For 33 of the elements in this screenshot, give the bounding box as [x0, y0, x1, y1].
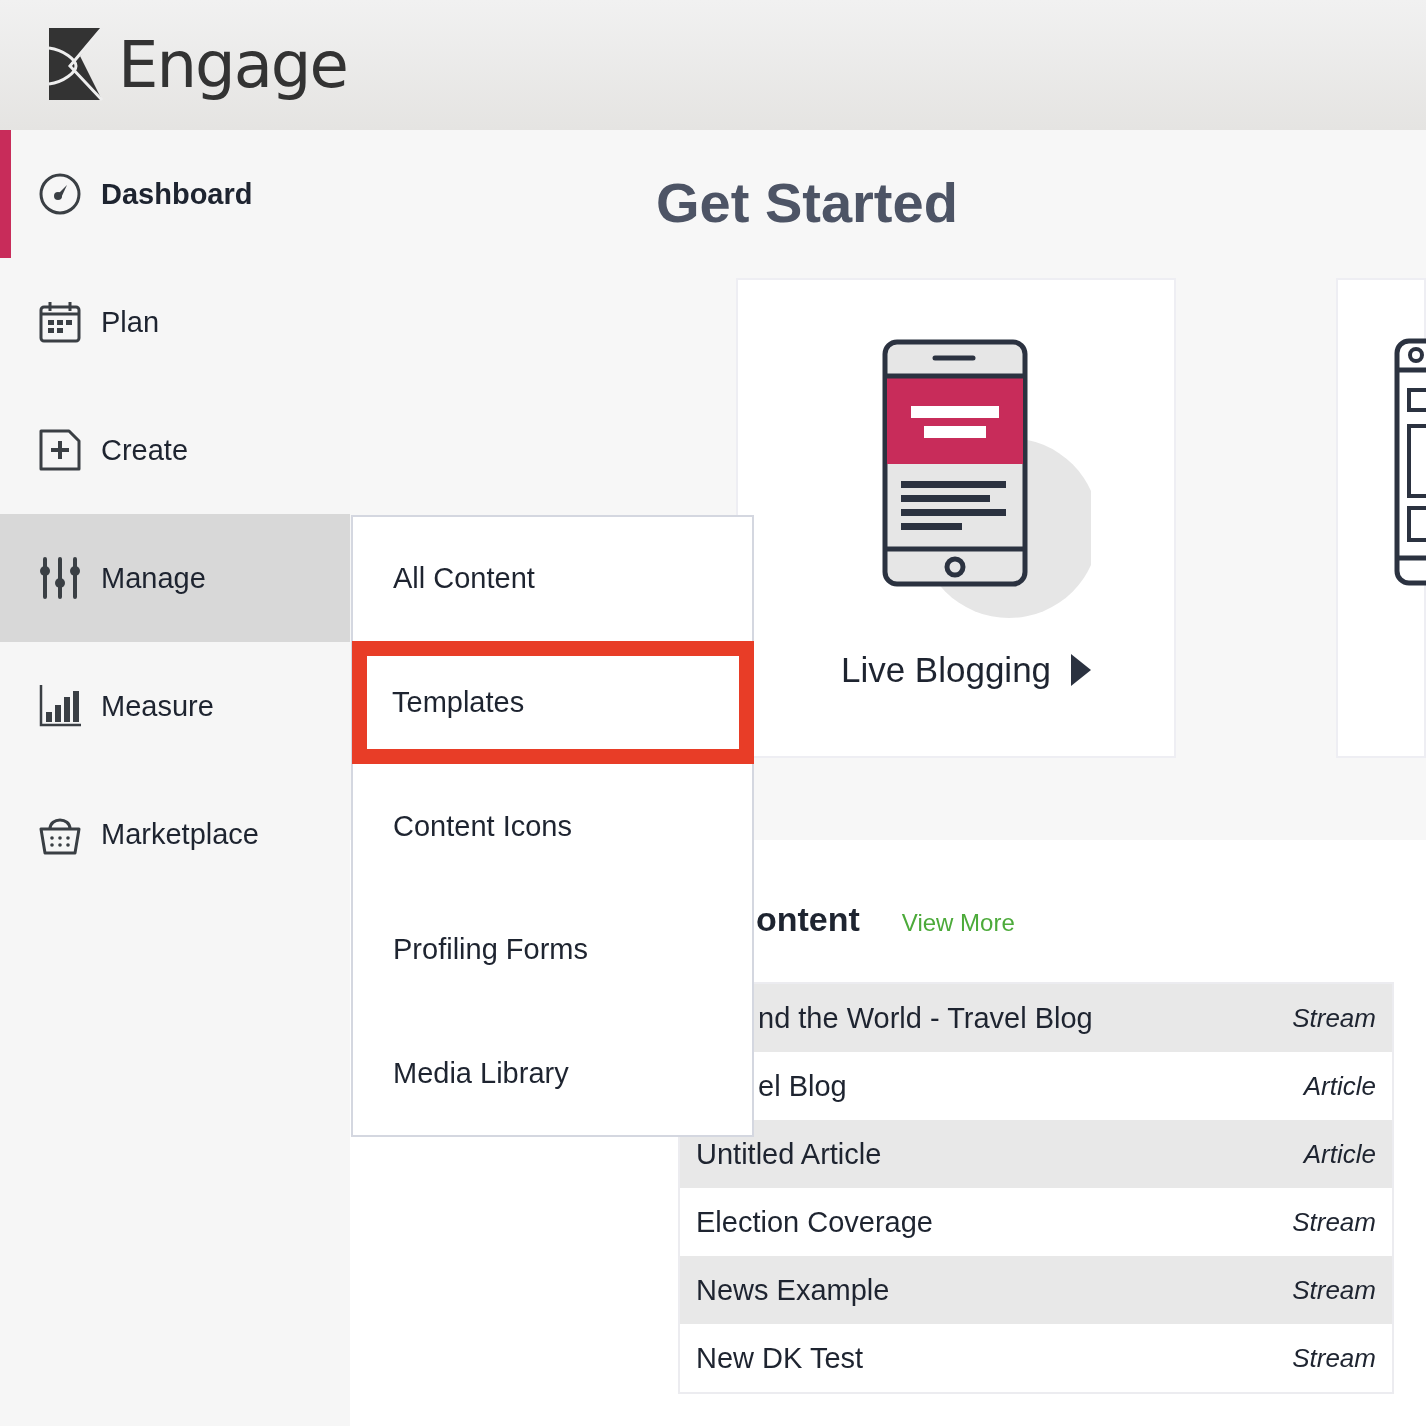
content-type: Stream [1292, 1342, 1376, 1374]
card-link[interactable]: Live Blogging [840, 650, 1092, 690]
sidebar-item[interactable]: Create [0, 386, 350, 514]
content-type: Stream [1292, 1002, 1376, 1034]
calendar-icon [39, 301, 81, 343]
page-title: Get Started [655, 170, 959, 236]
card[interactable] [1336, 278, 1426, 758]
table-row[interactable]: News Example Stream [680, 1256, 1392, 1324]
content-title: nd the World - Travel Blog [757, 1001, 1093, 1035]
content-type: Article [1303, 1138, 1376, 1170]
table-row[interactable]: Untitled Article Article [680, 1120, 1392, 1188]
content-title: News Example [696, 1273, 890, 1307]
sidebar-item[interactable]: Marketplace [0, 770, 350, 898]
content-type: Stream [1292, 1206, 1376, 1238]
sidebar-item[interactable]: Measure [0, 642, 350, 770]
bar-chart-icon [39, 685, 81, 727]
content-type: Stream [1292, 1274, 1376, 1306]
section-heading: ontent [756, 900, 860, 939]
content-title: Election Coverage [696, 1205, 933, 1239]
add-document-icon [39, 429, 81, 471]
content-type: Article [1303, 1070, 1376, 1102]
sidebar-item[interactable]: Plan [0, 258, 350, 386]
card[interactable]: Live Blogging [736, 278, 1176, 758]
menu-item[interactable]: Templates [352, 640, 754, 765]
triangle-right-icon [1071, 654, 1092, 686]
logo-text: Engage [118, 28, 347, 102]
gauge-icon [39, 173, 81, 215]
content-title: el Blog [757, 1069, 847, 1103]
menu-item[interactable]: Content Icons [353, 764, 752, 888]
content-title: Untitled Article [696, 1137, 882, 1171]
sidebar-item[interactable]: Manage [0, 514, 350, 642]
content-title: New DK Test [696, 1341, 864, 1375]
sliders-icon [39, 557, 81, 599]
